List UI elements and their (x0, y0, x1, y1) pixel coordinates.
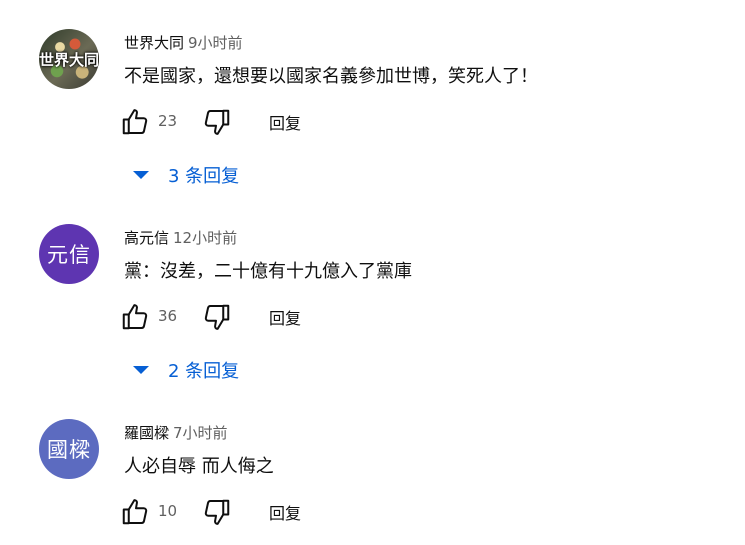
reply-button[interactable]: 回复 (269, 500, 301, 524)
comment-header: 世界大同 9小时前 (124, 32, 243, 53)
view-replies-button[interactable]: 3 条回复 (126, 162, 239, 188)
author-name[interactable]: 羅國樑 (124, 424, 169, 442)
timestamp[interactable]: 7小时前 (173, 424, 228, 442)
dislike-button[interactable] (202, 497, 232, 527)
reply-button[interactable]: 回复 (269, 110, 301, 134)
avatar-text: 國樑 (47, 438, 91, 462)
comment-toolbar: 36 回复 (120, 302, 420, 334)
like-button[interactable] (120, 497, 150, 527)
author-name[interactable]: 世界大同 (124, 34, 184, 52)
avatar-text: 世界大同 (39, 50, 99, 69)
view-replies-button[interactable]: 2 条回复 (126, 357, 239, 383)
thumb-down-icon (204, 304, 230, 330)
replies-label: 2 条回复 (168, 361, 240, 382)
comment-text: 黨：沒差，二十億有十九億入了黨庫 (124, 261, 412, 282)
thumb-up-icon (122, 499, 148, 525)
reply-button[interactable]: 回复 (269, 305, 301, 329)
comment-text: 不是國家，還想要以國家名義參加世博，笑死人了！ (124, 66, 538, 87)
triangle-down-icon (133, 366, 149, 374)
dislike-button[interactable] (202, 302, 232, 332)
triangle-down-icon (133, 171, 149, 179)
like-count: 23 (158, 112, 178, 130)
dislike-button[interactable] (202, 107, 232, 137)
author-name[interactable]: 高元信 (124, 229, 169, 247)
thumb-down-icon (204, 109, 230, 135)
avatar[interactable]: 世界大同 (39, 29, 99, 89)
like-button[interactable] (120, 107, 150, 137)
comment-header: 高元信 12小时前 (124, 227, 237, 248)
avatar[interactable]: 國樑 (39, 419, 99, 479)
comment-text: 人必自辱 而人侮之 (124, 456, 274, 477)
comment-toolbar: 23 回复 (120, 107, 420, 139)
thumb-up-icon (122, 109, 148, 135)
like-count: 10 (158, 502, 178, 520)
timestamp[interactable]: 9小时前 (188, 34, 243, 52)
comment-toolbar: 10 回复 (120, 497, 420, 529)
thumb-up-icon (122, 304, 148, 330)
replies-label: 3 条回复 (168, 166, 240, 187)
like-count: 36 (158, 307, 178, 325)
avatar-text: 元信 (47, 243, 91, 267)
timestamp[interactable]: 12小时前 (173, 229, 237, 247)
like-button[interactable] (120, 302, 150, 332)
thumb-down-icon (204, 499, 230, 525)
comment-header: 羅國樑 7小时前 (124, 422, 228, 443)
avatar[interactable]: 元信 (39, 224, 99, 284)
